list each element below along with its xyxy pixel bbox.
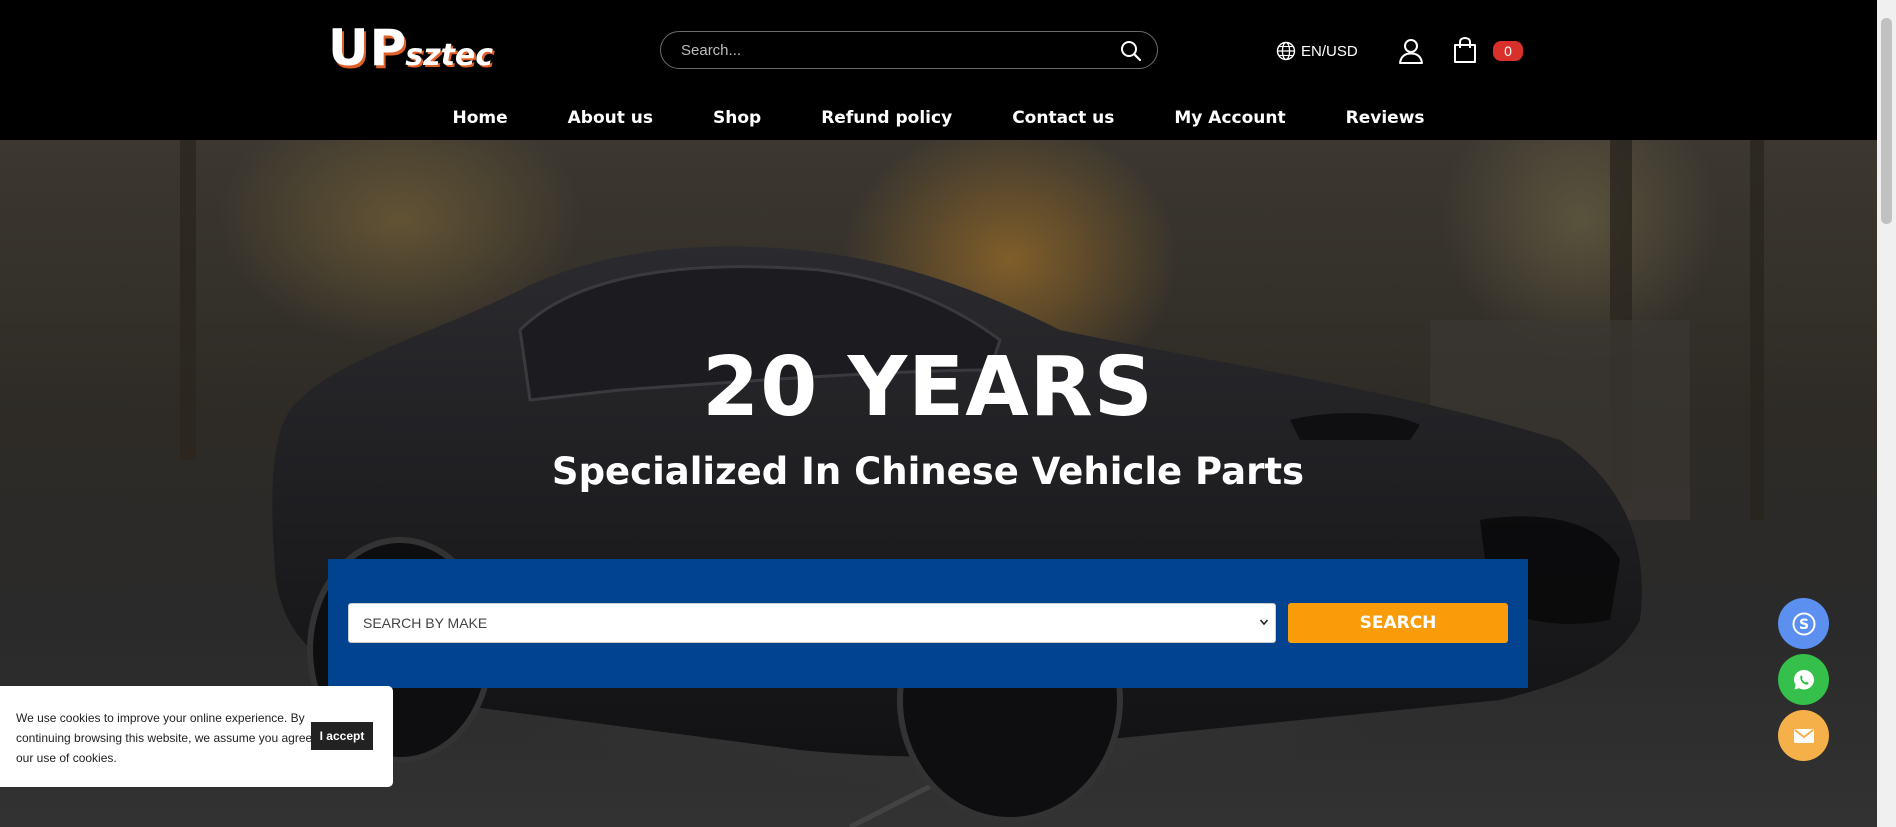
nav-item-reviews[interactable]: Reviews [1346, 104, 1425, 132]
make-select-value: SEARCH BY MAKE [363, 615, 488, 631]
page-scrollbar[interactable] [1877, 0, 1896, 827]
nav-item-my-account[interactable]: My Account [1174, 104, 1285, 132]
shopping-bag-icon[interactable] [1451, 36, 1479, 64]
hero-subtitle: Specialized In Chinese Vehicle Parts [551, 450, 1305, 493]
site-logo[interactable]: UP sztec [328, 19, 493, 77]
search-icon[interactable] [1119, 39, 1143, 63]
main-nav: Home About us Shop Refund policy Contact… [0, 104, 1877, 132]
skype-icon: S [1792, 612, 1815, 635]
svg-text:S: S [1798, 617, 1808, 633]
chevron-down-icon [1259, 604, 1269, 657]
cookie-banner: We use cookies to improve your online ex… [0, 686, 393, 787]
cart-count-badge[interactable]: 0 [1493, 41, 1523, 61]
scrollbar-thumb[interactable] [1881, 18, 1892, 224]
nav-item-about-us[interactable]: About us [568, 104, 653, 132]
accept-cookies-button[interactable]: I accept [311, 722, 373, 750]
search-input[interactable] [681, 40, 1101, 60]
user-icon[interactable] [1397, 37, 1425, 65]
site-header: UP sztec EN/USD 0 Home About us Shop Ref… [0, 0, 1877, 140]
nav-item-refund-policy[interactable]: Refund policy [821, 104, 952, 132]
cookie-text: We use cookies to improve your online ex… [16, 711, 313, 765]
nav-item-contact-us[interactable]: Contact us [1012, 104, 1114, 132]
search-bar [660, 31, 1158, 69]
locale-switcher[interactable]: EN/USD [1276, 40, 1358, 62]
globe-icon [1276, 41, 1296, 61]
logo-main-text: UP [328, 19, 408, 77]
make-select[interactable]: SEARCH BY MAKE [348, 603, 1276, 643]
nav-item-home[interactable]: Home [452, 104, 507, 132]
skype-button[interactable]: S [1778, 598, 1829, 649]
parts-finder: SEARCH BY MAKE SEARCH [328, 559, 1528, 688]
mail-icon [1793, 728, 1814, 743]
nav-item-shop[interactable]: Shop [713, 104, 761, 132]
whatsapp-button[interactable] [1778, 654, 1829, 705]
mail-button[interactable] [1778, 710, 1829, 761]
hero-title: 20 YEARS [702, 340, 1154, 435]
locale-label: EN/USD [1301, 42, 1358, 60]
logo-sub-text: sztec [405, 38, 494, 73]
search-make-button[interactable]: SEARCH [1288, 603, 1508, 643]
whatsapp-icon [1793, 669, 1814, 689]
